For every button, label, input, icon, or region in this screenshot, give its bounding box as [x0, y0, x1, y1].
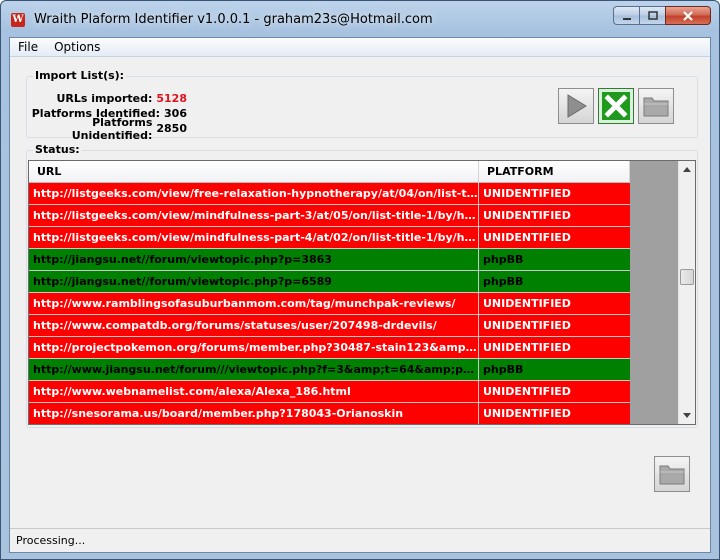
window-title: Wraith Plaform Identifier v1.0.0.1 - gra… [34, 12, 433, 27]
stop-x-icon [602, 92, 630, 120]
platform-cell: phpBB [483, 253, 524, 266]
minimize-button[interactable] [613, 6, 639, 25]
platform-cell: UNIDENTIFIED [483, 385, 571, 398]
import-group-title: Import List(s): [33, 69, 127, 82]
url-cell: http://jiangsu.net//forum/viewtopic.php?… [29, 249, 479, 270]
url-cell: http://www.jiangsu.net/forum///viewtopic… [29, 359, 479, 380]
platform-cell: UNIDENTIFIED [483, 297, 571, 310]
platform-cell: UNIDENTIFIED [483, 187, 571, 200]
scroll-down-arrow[interactable] [679, 407, 695, 424]
url-cell: http://jiangsu.net//forum/viewtopic.php?… [29, 271, 479, 292]
url-cell: http://www.compatdb.org/forums/statuses/… [29, 315, 479, 336]
maximize-button[interactable] [639, 6, 665, 25]
status-grid[interactable]: URL PLATFORM http://listgeeks.com/view/f… [28, 160, 696, 425]
folder-icon [659, 465, 685, 485]
maximize-icon [647, 10, 658, 20]
url-cell: http://listgeeks.com/view/free-relaxatio… [29, 183, 479, 204]
table-row[interactable]: http://listgeeks.com/view/mindfulness-pa… [29, 205, 630, 227]
chevron-up-icon [683, 167, 691, 172]
platform-cell: UNIDENTIFIED [483, 231, 571, 244]
table-row[interactable]: http://www.compatdb.org/forums/statuses/… [29, 315, 630, 337]
platform-cell: UNIDENTIFIED [483, 209, 571, 222]
url-cell: http://snesorama.us/board/member.php?178… [29, 403, 479, 424]
play-button[interactable] [558, 88, 594, 124]
column-header-url[interactable]: URL [29, 161, 479, 183]
table-row[interactable]: http://www.ramblingsofasuburbanmom.com/t… [29, 293, 630, 315]
scroll-thumb[interactable] [680, 269, 694, 285]
minimize-icon [622, 17, 631, 20]
close-icon [683, 10, 693, 21]
table-row[interactable]: http://projectpokemon.org/forums/member.… [29, 337, 630, 359]
table-row[interactable]: http://www.jiangsu.net/forum///viewtopic… [29, 359, 630, 381]
platform-cell: UNIDENTIFIED [483, 319, 571, 332]
chevron-down-icon [683, 413, 691, 418]
url-cell: http://www.ramblingsofasuburbanmom.com/t… [29, 293, 479, 314]
close-button[interactable] [665, 6, 711, 25]
platform-cell: phpBB [483, 275, 524, 288]
app-window: W Wraith Plaform Identifier v1.0.0.1 - g… [0, 0, 720, 560]
grid-body: http://listgeeks.com/view/free-relaxatio… [29, 183, 630, 424]
url-cell: http://www.webnamelist.com/alexa/Alexa_1… [29, 381, 479, 402]
platform-cell: UNIDENTIFIED [483, 407, 571, 420]
platform-cell: UNIDENTIFIED [483, 341, 571, 354]
stop-button[interactable] [598, 88, 634, 124]
title-bar[interactable]: W Wraith Plaform Identifier v1.0.0.1 - g… [1, 1, 719, 37]
grid-header: URL PLATFORM [29, 161, 630, 183]
caption-buttons [613, 6, 711, 26]
url-cell: http://listgeeks.com/view/mindfulness-pa… [29, 227, 479, 248]
import-stats: URLs imported: 5128 Platforms Identified… [27, 91, 188, 142]
play-icon [567, 94, 587, 118]
stat-platforms-unidentified: Platforms Unidentified: 2850 [27, 116, 187, 142]
vertical-scrollbar[interactable] [678, 161, 695, 424]
menu-options[interactable]: Options [46, 40, 108, 54]
table-row[interactable]: http://www.webnamelist.com/alexa/Alexa_1… [29, 381, 630, 403]
url-cell: http://listgeeks.com/view/mindfulness-pa… [29, 205, 479, 226]
status-bar: Processing... [10, 528, 710, 552]
scroll-up-arrow[interactable] [679, 161, 695, 178]
folder-icon [643, 97, 669, 117]
app-logo-icon[interactable]: W [11, 13, 25, 27]
urls-imported-value: 5128 [156, 92, 187, 105]
unidentified-value: 2850 [156, 122, 187, 135]
table-row[interactable]: http://snesorama.us/board/member.php?178… [29, 403, 630, 424]
identified-value: 306 [164, 107, 187, 120]
open-folder-button[interactable] [638, 88, 674, 124]
client-area: File Options Import List(s): URLs import… [9, 37, 711, 553]
stat-urls-imported: URLs imported: 5128 [27, 91, 188, 106]
column-header-platform[interactable]: PLATFORM [479, 161, 630, 183]
menu-file[interactable]: File [10, 40, 46, 54]
table-row[interactable]: http://jiangsu.net//forum/viewtopic.php?… [29, 249, 630, 271]
url-cell: http://projectpokemon.org/forums/member.… [29, 337, 479, 358]
menu-bar: File Options [10, 38, 710, 57]
table-row[interactable]: http://jiangsu.net//forum/viewtopic.php?… [29, 271, 630, 293]
status-group-title: Status: [33, 143, 82, 156]
table-row[interactable]: http://listgeeks.com/view/mindfulness-pa… [29, 227, 630, 249]
platform-cell: phpBB [483, 363, 524, 376]
urls-imported-label: URLs imported: [56, 92, 153, 105]
open-folder-button-bottom[interactable] [654, 456, 690, 492]
table-row[interactable]: http://listgeeks.com/view/free-relaxatio… [29, 183, 630, 205]
unidentified-label: Platforms Unidentified: [71, 115, 153, 142]
status-bar-text: Processing... [16, 534, 86, 547]
